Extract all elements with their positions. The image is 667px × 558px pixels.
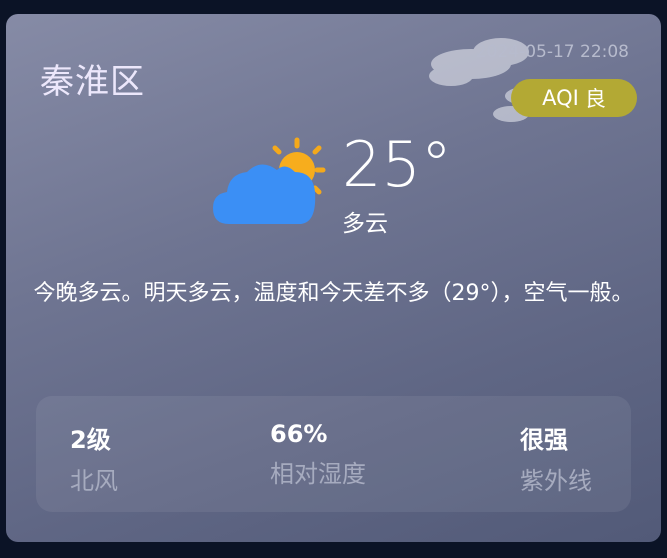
uv-stat: 很强 紫外线 <box>520 420 592 496</box>
aqi-badge[interactable]: AQI 良 <box>511 79 637 117</box>
weather-stats-panel: 2级 北风 66% 相对湿度 很强 紫外线 <box>36 396 631 512</box>
update-time: 2024-05-17 22:08 <box>475 42 629 62</box>
aqi-level: 良 <box>584 87 606 111</box>
humidity-stat: 66% 相对湿度 <box>270 420 366 489</box>
wind-level: 2级 <box>70 426 111 454</box>
uv-level: 很强 <box>520 426 568 454</box>
weather-card: 秦淮区 2024-05-17 22:08 AQI 良 25° 多云 今晚多云。明… <box>6 14 661 542</box>
humidity-value: 66% <box>270 420 328 448</box>
uv-label: 紫外线 <box>520 467 592 495</box>
aqi-label: AQI <box>542 86 579 110</box>
cloud-sun-icon <box>213 137 326 224</box>
humidity-label: 相对湿度 <box>270 460 366 488</box>
forecast-summary: 今晚多云。明天多云，温度和今天差不多（29°），空气一般。 <box>33 281 634 306</box>
wind-stat: 2级 北风 <box>70 420 118 496</box>
current-temperature: 25° <box>342 128 452 201</box>
weather-condition: 多云 <box>342 211 388 237</box>
district-name: 秦淮区 <box>40 62 145 102</box>
wind-direction: 北风 <box>70 467 118 495</box>
